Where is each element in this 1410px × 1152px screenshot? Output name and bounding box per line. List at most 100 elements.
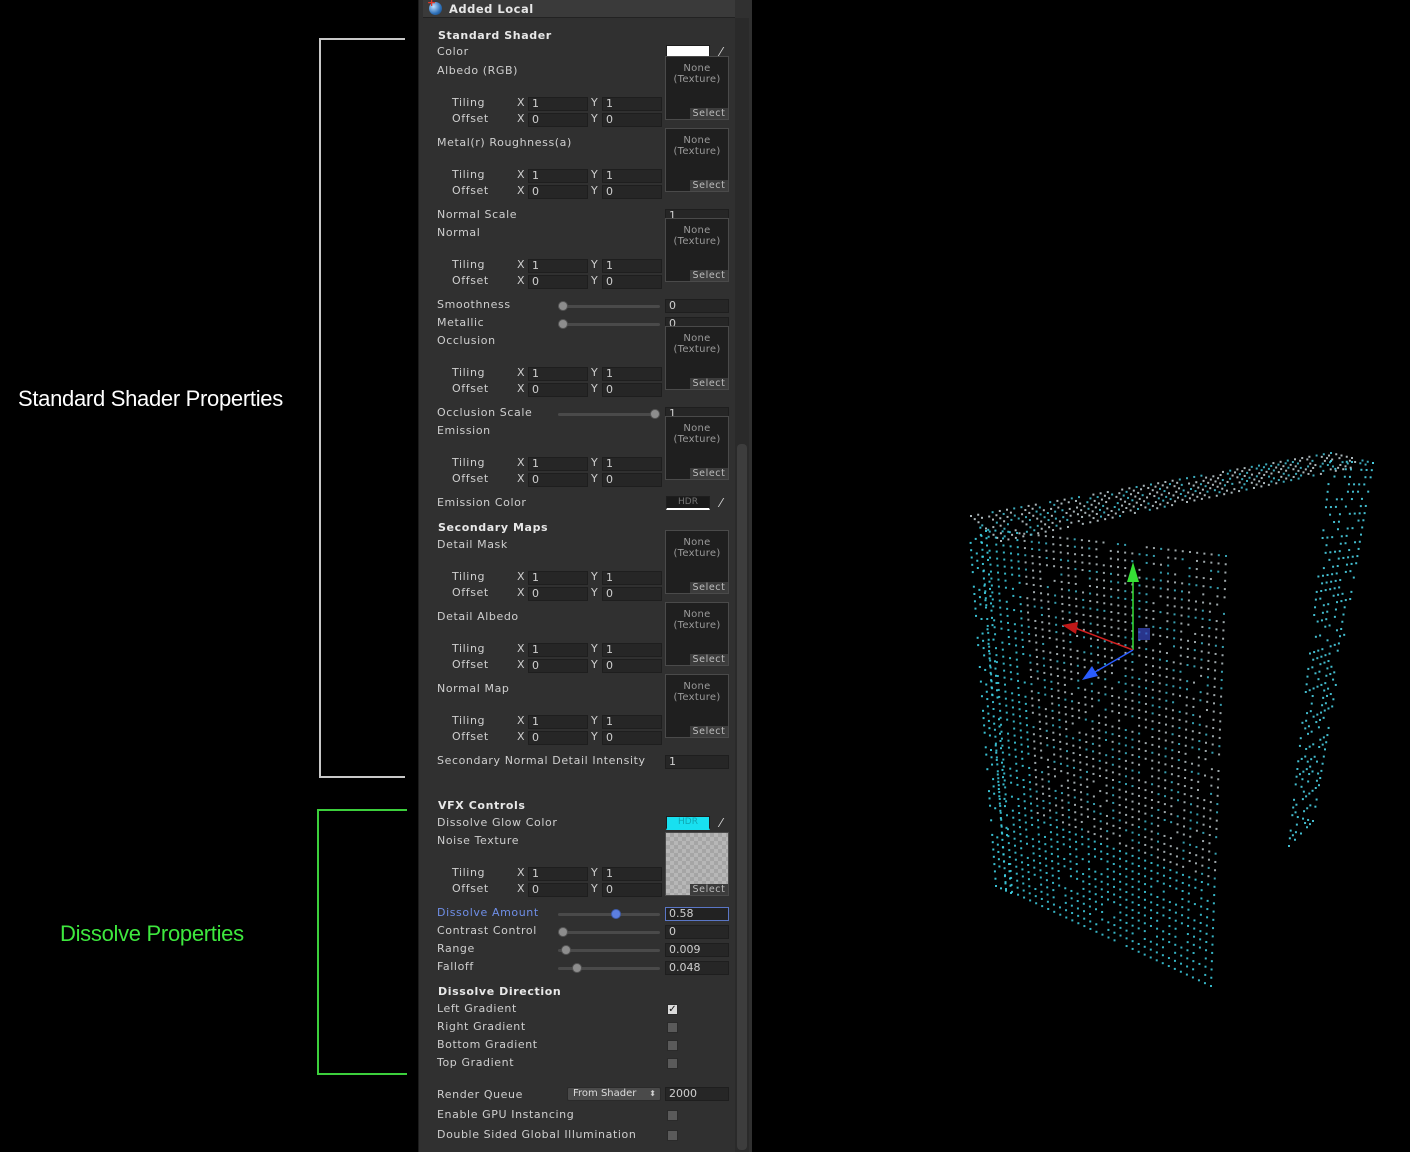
metal-roughness-tiling-x-field[interactable]: 1 [528, 169, 588, 183]
texture-select-button[interactable]: Select [690, 378, 728, 389]
detail-albedo-tiling-y-field[interactable]: 1 [602, 643, 662, 657]
emission-texture-slot[interactable]: None (Texture) Select [665, 416, 729, 480]
occlusion-texture-slot[interactable]: None (Texture) Select [665, 326, 729, 390]
normal-texture-slot[interactable]: None (Texture) Select [665, 218, 729, 282]
normal-offset-x-field[interactable]: 0 [528, 275, 588, 289]
dissolve-properties-annotation: Dissolve Properties [60, 921, 244, 946]
detail-albedo-tiling-x-field[interactable]: 1 [528, 643, 588, 657]
noise-offset-y-field[interactable]: 0 [602, 883, 662, 897]
texture-select-button[interactable]: Select [690, 582, 728, 593]
texture-select-button[interactable]: Select [690, 884, 728, 895]
detail-mask-offset-label: Offset [452, 586, 489, 599]
inspector-header[interactable]: + Added Local [423, 0, 735, 18]
albedo-tiling-y-field[interactable]: 1 [602, 97, 662, 111]
detail-normal-map-tiling-label: Tiling [452, 714, 486, 727]
texture-select-button[interactable]: Select [690, 180, 728, 191]
range-slider-track[interactable] [558, 949, 660, 952]
albedo-tiling-x-field[interactable]: 1 [528, 97, 588, 111]
occlusion-scale-slider-track[interactable] [558, 413, 660, 416]
render-queue-value-field[interactable]: 2000 [665, 1087, 729, 1101]
noise-tiling-x-axis: X [517, 866, 525, 879]
emission-color-swatch[interactable]: HDR [666, 496, 710, 510]
albedo-label: Albedo (RGB) [437, 64, 519, 77]
right-gradient-checkbox[interactable] [667, 1022, 678, 1033]
texture-select-button[interactable]: Select [690, 108, 728, 119]
detail-albedo-offset-y-field[interactable]: 0 [602, 659, 662, 673]
eyedropper-icon[interactable]: ⁄ [714, 496, 728, 510]
albedo-offset-y-field[interactable]: 0 [602, 113, 662, 127]
detail-normal-map-texture-slot[interactable]: None (Texture) Select [665, 674, 729, 738]
detail-mask-offset-x-field[interactable]: 0 [528, 587, 588, 601]
range-label: Range [437, 942, 475, 955]
double-sided-gi-label: Double Sided Global Illumination [437, 1128, 637, 1141]
range-value-field[interactable]: 0.009 [665, 943, 729, 957]
emission-tiling-y-field[interactable]: 1 [602, 457, 662, 471]
occlusion-tiling-y-field[interactable]: 1 [602, 367, 662, 381]
double-sided-gi-checkbox[interactable] [667, 1130, 678, 1141]
gpu-instancing-checkbox[interactable] [667, 1110, 678, 1121]
left-gradient-checkbox[interactable]: ✓ [667, 1004, 678, 1015]
dissolve-glow-color-swatch[interactable]: HDR [666, 816, 710, 830]
texture-select-button[interactable]: Select [690, 654, 728, 665]
emission-offset-x-field[interactable]: 0 [528, 473, 588, 487]
occlusion-offset-y-field[interactable]: 0 [602, 383, 662, 397]
dissolve-amount-value-field[interactable]: 0.58 [665, 907, 729, 921]
normal-tiling-y-field[interactable]: 1 [602, 259, 662, 273]
detail-albedo-offset-y-axis: Y [591, 658, 598, 671]
noise-tiling-x-field[interactable]: 1 [528, 867, 588, 881]
metal-roughness-offset-label: Offset [452, 184, 489, 197]
metal-roughness-tiling-y-field[interactable]: 1 [602, 169, 662, 183]
texture-select-button[interactable]: Select [690, 468, 728, 479]
dissolve-amount-slider-handle[interactable] [611, 909, 622, 919]
metal-roughness-texture-slot[interactable]: None (Texture) Select [665, 128, 729, 192]
texture-select-button[interactable]: Select [690, 726, 728, 737]
render-queue-mode-dropdown[interactable]: From Shader ⬍ [567, 1087, 661, 1101]
detail-normal-map-offset-x-field[interactable]: 0 [528, 731, 588, 745]
detail-mask-tiling-y-field[interactable]: 1 [602, 571, 662, 585]
secondary-normal-intensity-field[interactable]: 1 [665, 755, 729, 769]
scrollbar-thumb[interactable] [737, 444, 747, 1150]
metal-roughness-offset-x-field[interactable]: 0 [528, 185, 588, 199]
noise-tiling-y-field[interactable]: 1 [602, 867, 662, 881]
smoothness-slider-handle[interactable] [558, 301, 568, 311]
smoothness-value-field[interactable]: 0 [665, 299, 729, 313]
normal-tiling-x-field[interactable]: 1 [528, 259, 588, 273]
falloff-value-field[interactable]: 0.048 [665, 961, 729, 975]
smoothness-slider-track[interactable] [558, 305, 660, 308]
falloff-slider-handle[interactable] [571, 963, 582, 973]
metallic-slider-handle[interactable] [558, 319, 568, 329]
emission-offset-y-field[interactable]: 0 [602, 473, 662, 487]
noise-texture-slot[interactable]: Select [665, 832, 729, 896]
albedo-offset-x-field[interactable]: 0 [528, 113, 588, 127]
detail-normal-map-tiling-x-field[interactable]: 1 [528, 715, 588, 729]
bottom-gradient-checkbox[interactable] [667, 1040, 678, 1051]
texture-select-button[interactable]: Select [690, 270, 728, 281]
contrast-control-slider-track[interactable] [558, 931, 660, 934]
scene-viewport[interactable] [752, 0, 1410, 1152]
detail-mask-offset-y-field[interactable]: 0 [602, 587, 662, 601]
detail-normal-map-offset-y-field[interactable]: 0 [602, 731, 662, 745]
contrast-control-slider-handle[interactable] [558, 927, 568, 937]
normal-offset-y-field[interactable]: 0 [602, 275, 662, 289]
occlusion-tiling-x-field[interactable]: 1 [528, 367, 588, 381]
albedo-texture-slot[interactable]: None (Texture) Select [665, 56, 729, 120]
metallic-slider-track[interactable] [558, 323, 660, 326]
detail-albedo-offset-x-field[interactable]: 0 [528, 659, 588, 673]
noise-offset-x-field[interactable]: 0 [528, 883, 588, 897]
eyedropper-icon[interactable]: ⁄ [714, 816, 728, 830]
contrast-control-value-field[interactable]: 0 [665, 925, 729, 939]
metal-roughness-offset-y-field[interactable]: 0 [602, 185, 662, 199]
normal-tiling-label: Tiling [452, 258, 486, 271]
dissolve-amount-slider-track[interactable] [558, 913, 660, 916]
texture-none-label: None (Texture) [666, 681, 728, 703]
detail-mask-tiling-x-field[interactable]: 1 [528, 571, 588, 585]
emission-tiling-x-field[interactable]: 1 [528, 457, 588, 471]
detail-normal-map-tiling-y-field[interactable]: 1 [602, 715, 662, 729]
top-gradient-checkbox[interactable] [667, 1058, 678, 1069]
occlusion-offset-x-field[interactable]: 0 [528, 383, 588, 397]
occlusion-scale-slider-handle[interactable] [650, 409, 660, 419]
detail-mask-texture-slot[interactable]: None (Texture) Select [665, 530, 729, 594]
detail-mask-offset-y-axis: Y [591, 586, 598, 599]
detail-albedo-texture-slot[interactable]: None (Texture) Select [665, 602, 729, 666]
range-slider-handle[interactable] [560, 945, 571, 955]
